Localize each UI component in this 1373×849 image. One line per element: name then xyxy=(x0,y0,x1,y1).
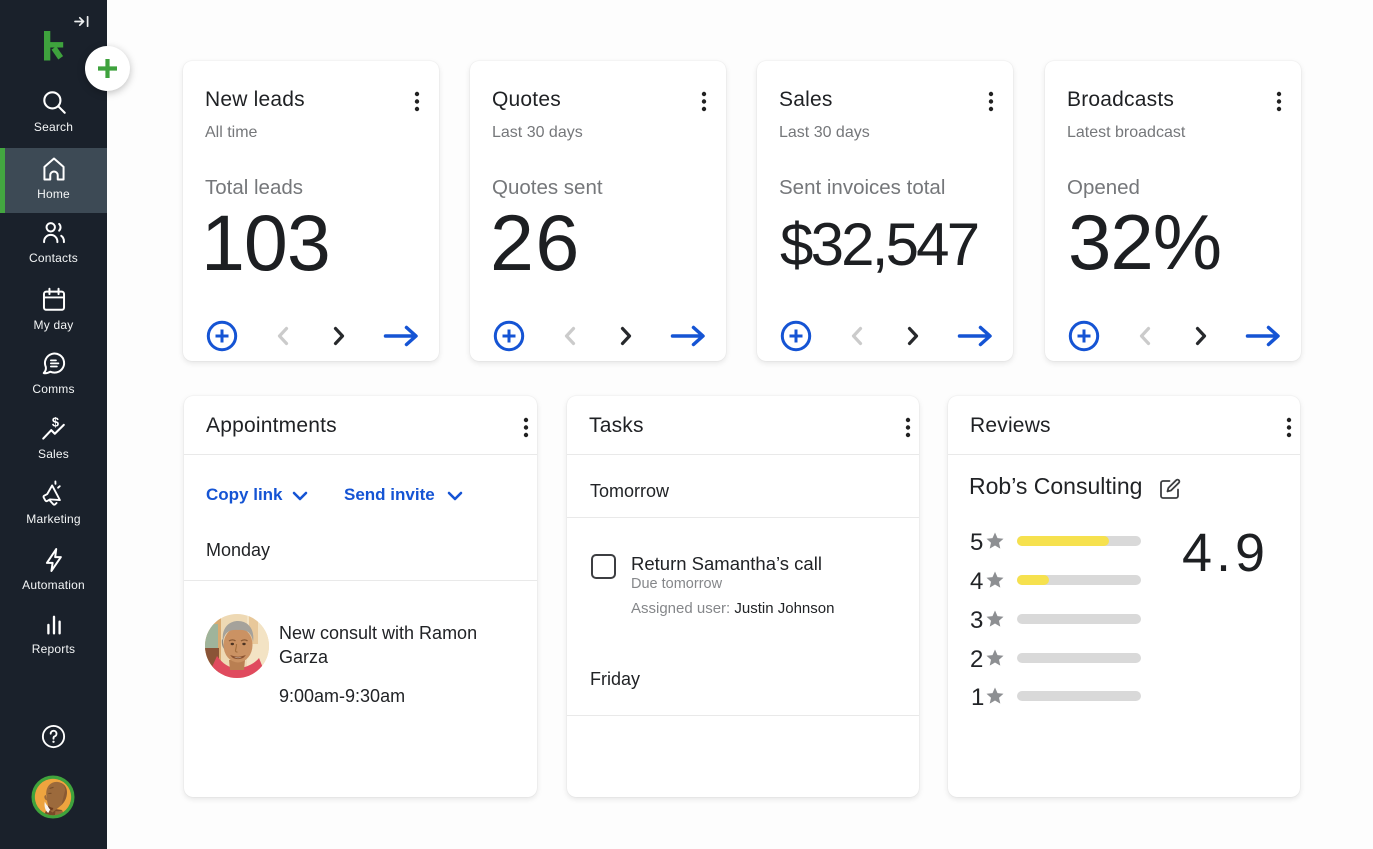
svg-text:$: $ xyxy=(51,415,58,429)
